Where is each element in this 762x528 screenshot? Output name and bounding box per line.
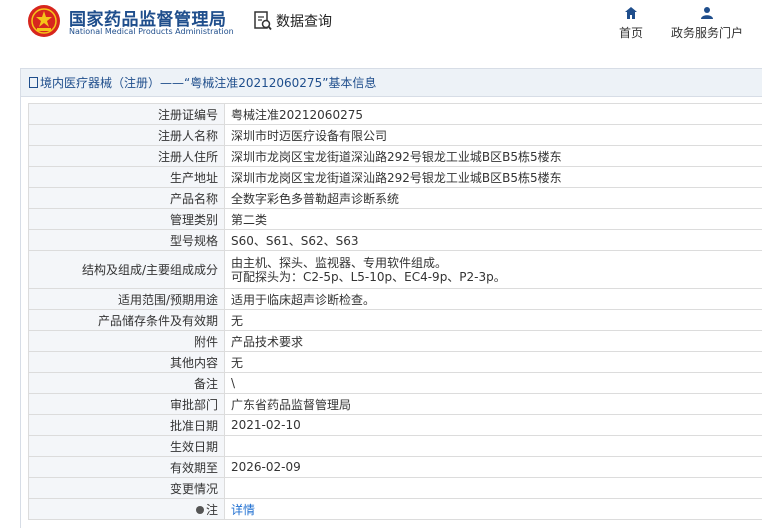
row-value: 深圳市龙岗区宝龙街道深汕路292号银龙工业城B区B5栋5楼东 [224, 145, 762, 167]
table-row: 注册人名称 深圳市时迈医疗设备有限公司 [28, 124, 762, 146]
row-value: 全数字彩色多普勒超声诊断系统 [224, 187, 762, 209]
row-key: 型号规格 [28, 229, 225, 251]
table-row: 附件 产品技术要求 [28, 330, 762, 352]
table-row: 管理类别 第二类 [28, 208, 762, 230]
row-key: 附件 [28, 330, 225, 352]
row-value: \ [224, 372, 762, 394]
user-icon [701, 7, 713, 19]
details-link[interactable]: 详情 [231, 503, 255, 517]
data-query-icon [254, 11, 272, 31]
table-row: 注册人住所 深圳市龙岗区宝龙街道深汕路292号银龙工业城B区B5栋5楼东 [28, 145, 762, 167]
row-key: 批准日期 [28, 414, 225, 436]
site-name-en: National Medical Products Administration [69, 27, 234, 36]
home-icon [625, 7, 637, 19]
row-value: 由主机、探头、监视器、专用软件组成。 可配探头为：C2-5p、L5-10p、EC4… [224, 250, 762, 289]
table-row: 产品储存条件及有效期无 [28, 309, 762, 331]
row-key: 注册证编号 [28, 103, 225, 125]
site-header: 国家药品监督管理局 National Medical Products Admi… [0, 0, 762, 52]
row-value: 粤械注准20212060275 [224, 103, 762, 125]
nav-home-label: 首页 [618, 26, 643, 40]
row-key: 适用范围/预期用途 [28, 288, 225, 310]
row-value: 深圳市时迈医疗设备有限公司 [224, 124, 762, 146]
row-value: 产品技术要求 [224, 330, 762, 352]
nav-home[interactable]: 首页 [611, 6, 651, 41]
row-key-note: 注 [28, 498, 225, 520]
row-value: 2021-02-10 [224, 414, 762, 436]
row-value [224, 435, 762, 457]
note-label: 注 [205, 502, 218, 517]
row-key: 变更情况 [28, 477, 225, 499]
table-row: 生效日期 [28, 435, 762, 457]
table-row: 注详情 [28, 498, 762, 520]
row-value: 无 [224, 309, 762, 331]
panel-title: 境内医疗器械（注册）——“粤械注准20212060275”基本信息 [21, 69, 762, 97]
table-row: 产品名称 全数字彩色多普勒超声诊断系统 [28, 187, 762, 209]
row-value: 广东省药品监督管理局 [224, 393, 762, 415]
table-row: 有效期至 2026-02-09 [28, 456, 762, 478]
row-value: 详情 [224, 498, 762, 520]
info-panel: 境内医疗器械（注册）——“粤械注准20212060275”基本信息 注册证编号粤… [20, 68, 762, 528]
info-table: 注册证编号 粤械注准20212060275 注册人名称 深圳市时迈医疗设备有限公司 … [28, 103, 762, 520]
row-key: 其他内容 [28, 351, 225, 373]
row-key: 有效期至 [28, 456, 225, 478]
row-value-line: 由主机、探头、监视器、专用软件组成。 [231, 255, 448, 270]
table-row: 注册证编号 粤械注准20212060275 [28, 103, 762, 125]
row-value [224, 477, 762, 499]
row-key: 注册人名称 [28, 124, 225, 146]
row-value-line: 可配探头为：C2-5p、L5-10p、EC4-9p、P2-3p。 [231, 269, 506, 284]
row-key: 产品名称 [28, 187, 225, 209]
document-icon [29, 77, 38, 88]
row-value: 深圳市龙岗区宝龙街道深汕路292号银龙工业城B区B5栋5楼东 [224, 166, 762, 188]
row-key: 审批部门 [28, 393, 225, 415]
panel-title-text: 境内医疗器械（注册）——“粤械注准20212060275”基本信息 [40, 76, 377, 90]
table-row: 备注 \ [28, 372, 762, 394]
table-row: 型号规格 S60、S61、S62、S63 [28, 229, 762, 251]
row-value: S60、S61、S62、S63 [224, 229, 762, 251]
row-key: 生效日期 [28, 435, 225, 457]
table-row: 批准日期 2021-02-10 [28, 414, 762, 436]
table-row: 生产地址 深圳市龙岗区宝龙街道深汕路292号银龙工业城B区B5栋5楼东 [28, 166, 762, 188]
national-emblem-icon [28, 5, 60, 37]
row-key: 管理类别 [28, 208, 225, 230]
row-key: 结构及组成/主要组成成分 [28, 250, 225, 289]
row-key: 备注 [28, 372, 225, 394]
row-key: 注册人住所 [28, 145, 225, 167]
row-value: 第二类 [224, 208, 762, 230]
table-row: 其他内容无 [28, 351, 762, 373]
table-row: 适用范围/预期用途 适用于临床超声诊断检查。 [28, 288, 762, 310]
row-key: 产品储存条件及有效期 [28, 309, 225, 331]
table-row: 变更情况 [28, 477, 762, 499]
row-value: 2026-02-09 [224, 456, 762, 478]
data-query-title: 数据查询 [276, 14, 332, 30]
row-value: 适用于临床超声诊断检查。 [224, 288, 762, 310]
table-row: 结构及组成/主要组成成分 由主机、探头、监视器、专用软件组成。 可配探头为：C2-5… [28, 250, 762, 289]
note-pin-icon [195, 505, 204, 514]
nav-service-portal[interactable]: 政务服务门户 [667, 6, 747, 41]
row-key: 生产地址 [28, 166, 225, 188]
table-row: 审批部门 广东省药品监督管理局 [28, 393, 762, 415]
row-value: 无 [224, 351, 762, 373]
nav-service-portal-label: 政务服务门户 [670, 26, 743, 40]
